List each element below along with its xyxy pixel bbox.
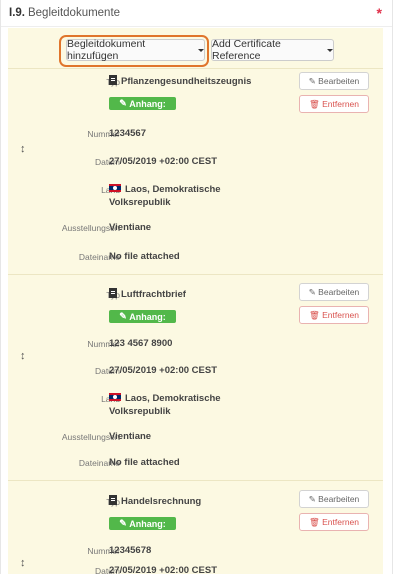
land-line1: Laos, Demokratische xyxy=(125,393,221,404)
panel-header: I.9. Begleitdokumente xyxy=(1,0,392,27)
typ-value: Handelsrechnung xyxy=(109,495,201,508)
divider xyxy=(8,480,383,481)
attachment-button[interactable]: ✎ Anhang: xyxy=(109,97,176,110)
document-icon xyxy=(109,75,117,85)
panel-title: Begleitdokumente xyxy=(27,7,121,19)
edit-icon: ✎ xyxy=(308,493,319,504)
land-line2: Volksrepublik xyxy=(109,197,171,208)
ausstellungsort-value: Vientiane xyxy=(109,222,152,233)
edit-icon: ✎ xyxy=(308,75,319,86)
typ-value: Pflanzengesundheitszeugnis xyxy=(109,75,251,88)
nummer-value: 12345678 xyxy=(109,545,152,556)
nummer-value: 1234567 xyxy=(109,128,146,139)
trash-icon: 🗑 xyxy=(308,98,323,109)
land-line2: Volksrepublik xyxy=(109,406,171,417)
attachment-button[interactable]: ✎ Anhang: xyxy=(109,517,176,530)
datum-value: 27/05/2019 +02:00 CEST xyxy=(109,156,218,167)
datum-value: 27/05/2019 +02:00 CEST xyxy=(109,565,218,576)
edit-button[interactable]: ✎ Bearbeiten xyxy=(299,72,369,90)
trash-icon: 🗑 xyxy=(308,309,323,320)
remove-label: Entfernen xyxy=(322,517,360,527)
divider xyxy=(8,68,383,69)
chevron-down-icon xyxy=(327,48,333,52)
add-certificate-label: Add Certificate Reference xyxy=(212,38,281,62)
typ-text: Pflanzengesundheitszeugnis xyxy=(121,76,252,87)
paperclip-icon: ✎ xyxy=(119,518,130,528)
add-certificate-reference-button[interactable]: Add Certificate Reference xyxy=(211,38,334,62)
remove-button[interactable]: 🗑 Entfernen xyxy=(299,513,369,531)
paperclip-icon: ✎ xyxy=(119,311,130,321)
laos-flag-icon xyxy=(109,184,121,192)
ausstellungsort-value: Vientiane xyxy=(109,431,152,442)
drag-handle-icon[interactable]: ↕ xyxy=(20,143,26,155)
remove-label: Entfernen xyxy=(322,310,360,320)
edit-label: Bearbeiten xyxy=(318,494,360,504)
typ-value: Luftfrachtbrief xyxy=(109,288,186,301)
typ-text: Handelsrechnung xyxy=(121,496,202,507)
edit-button[interactable]: ✎ Bearbeiten xyxy=(299,283,369,301)
section-number: I.9. xyxy=(9,7,25,19)
drag-handle-icon[interactable]: ↕ xyxy=(20,350,26,362)
remove-button[interactable]: 🗑 Entfernen xyxy=(299,306,369,324)
paperclip-icon: ✎ xyxy=(119,98,130,108)
edit-button[interactable]: ✎ Bearbeiten xyxy=(299,490,369,508)
trash-icon: 🗑 xyxy=(308,516,323,527)
land-value: Laos, Demokratische Volksrepublik xyxy=(109,183,221,209)
edit-icon: ✎ xyxy=(308,286,319,297)
highlight-frame xyxy=(59,35,209,67)
attachment-label: Anhang: xyxy=(129,98,166,109)
required-asterisk-icon: * xyxy=(376,5,382,21)
drag-handle-icon[interactable]: ↕ xyxy=(20,557,26,569)
dateiname-value: No file attached xyxy=(109,251,180,262)
attachment-button[interactable]: ✎ Anhang: xyxy=(109,310,176,323)
divider xyxy=(8,274,383,275)
typ-text: Luftfrachtbrief xyxy=(121,289,186,300)
remove-button[interactable]: 🗑 Entfernen xyxy=(299,95,369,113)
land-value: Laos, Demokratische Volksrepublik xyxy=(109,392,221,418)
land-line1: Laos, Demokratische xyxy=(125,184,221,195)
nummer-value: 123 4567 8900 xyxy=(109,338,173,349)
attachment-label: Anhang: xyxy=(129,518,166,529)
attachment-label: Anhang: xyxy=(129,311,166,322)
laos-flag-icon xyxy=(109,393,121,401)
datum-value: 27/05/2019 +02:00 CEST xyxy=(109,365,218,376)
dateiname-value: No file attached xyxy=(109,457,180,468)
document-icon xyxy=(109,495,117,505)
remove-label: Entfernen xyxy=(322,99,360,109)
edit-label: Bearbeiten xyxy=(318,76,360,86)
edit-label: Bearbeiten xyxy=(318,287,360,297)
document-icon xyxy=(109,288,117,298)
